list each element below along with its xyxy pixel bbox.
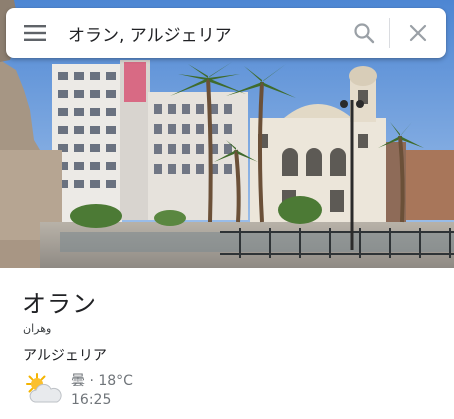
close-button[interactable] (390, 8, 446, 58)
search-icon (354, 23, 375, 44)
close-icon (409, 24, 427, 42)
search-box: オラン, アルジェリア (6, 8, 446, 58)
menu-button[interactable] (6, 8, 64, 58)
place-info-card: オラン وهران アルジェリア 曇 · 18°C 16:25 (0, 268, 454, 419)
hamburger-menu-icon (24, 25, 46, 41)
weather-text: 曇 · 18°C 16:25 (71, 372, 133, 410)
place-title: オラン (22, 290, 97, 318)
weather-time: 16:25 (71, 392, 112, 408)
maps-place-panel: オラン, アルジェリア オラン وهران アルジェリア 曇 · 18°C 16… (0, 0, 454, 419)
search-input[interactable]: オラン, アルジェリア (64, 21, 339, 46)
weather-info: 曇 · 18°C 16:25 (23, 372, 133, 412)
partly-cloudy-icon (26, 373, 62, 403)
weather-condition-temp: 曇 · 18°C (71, 373, 133, 389)
place-native-name: وهران (23, 322, 52, 335)
search-button[interactable] (339, 8, 389, 58)
place-country: アルジェリア (23, 348, 107, 364)
